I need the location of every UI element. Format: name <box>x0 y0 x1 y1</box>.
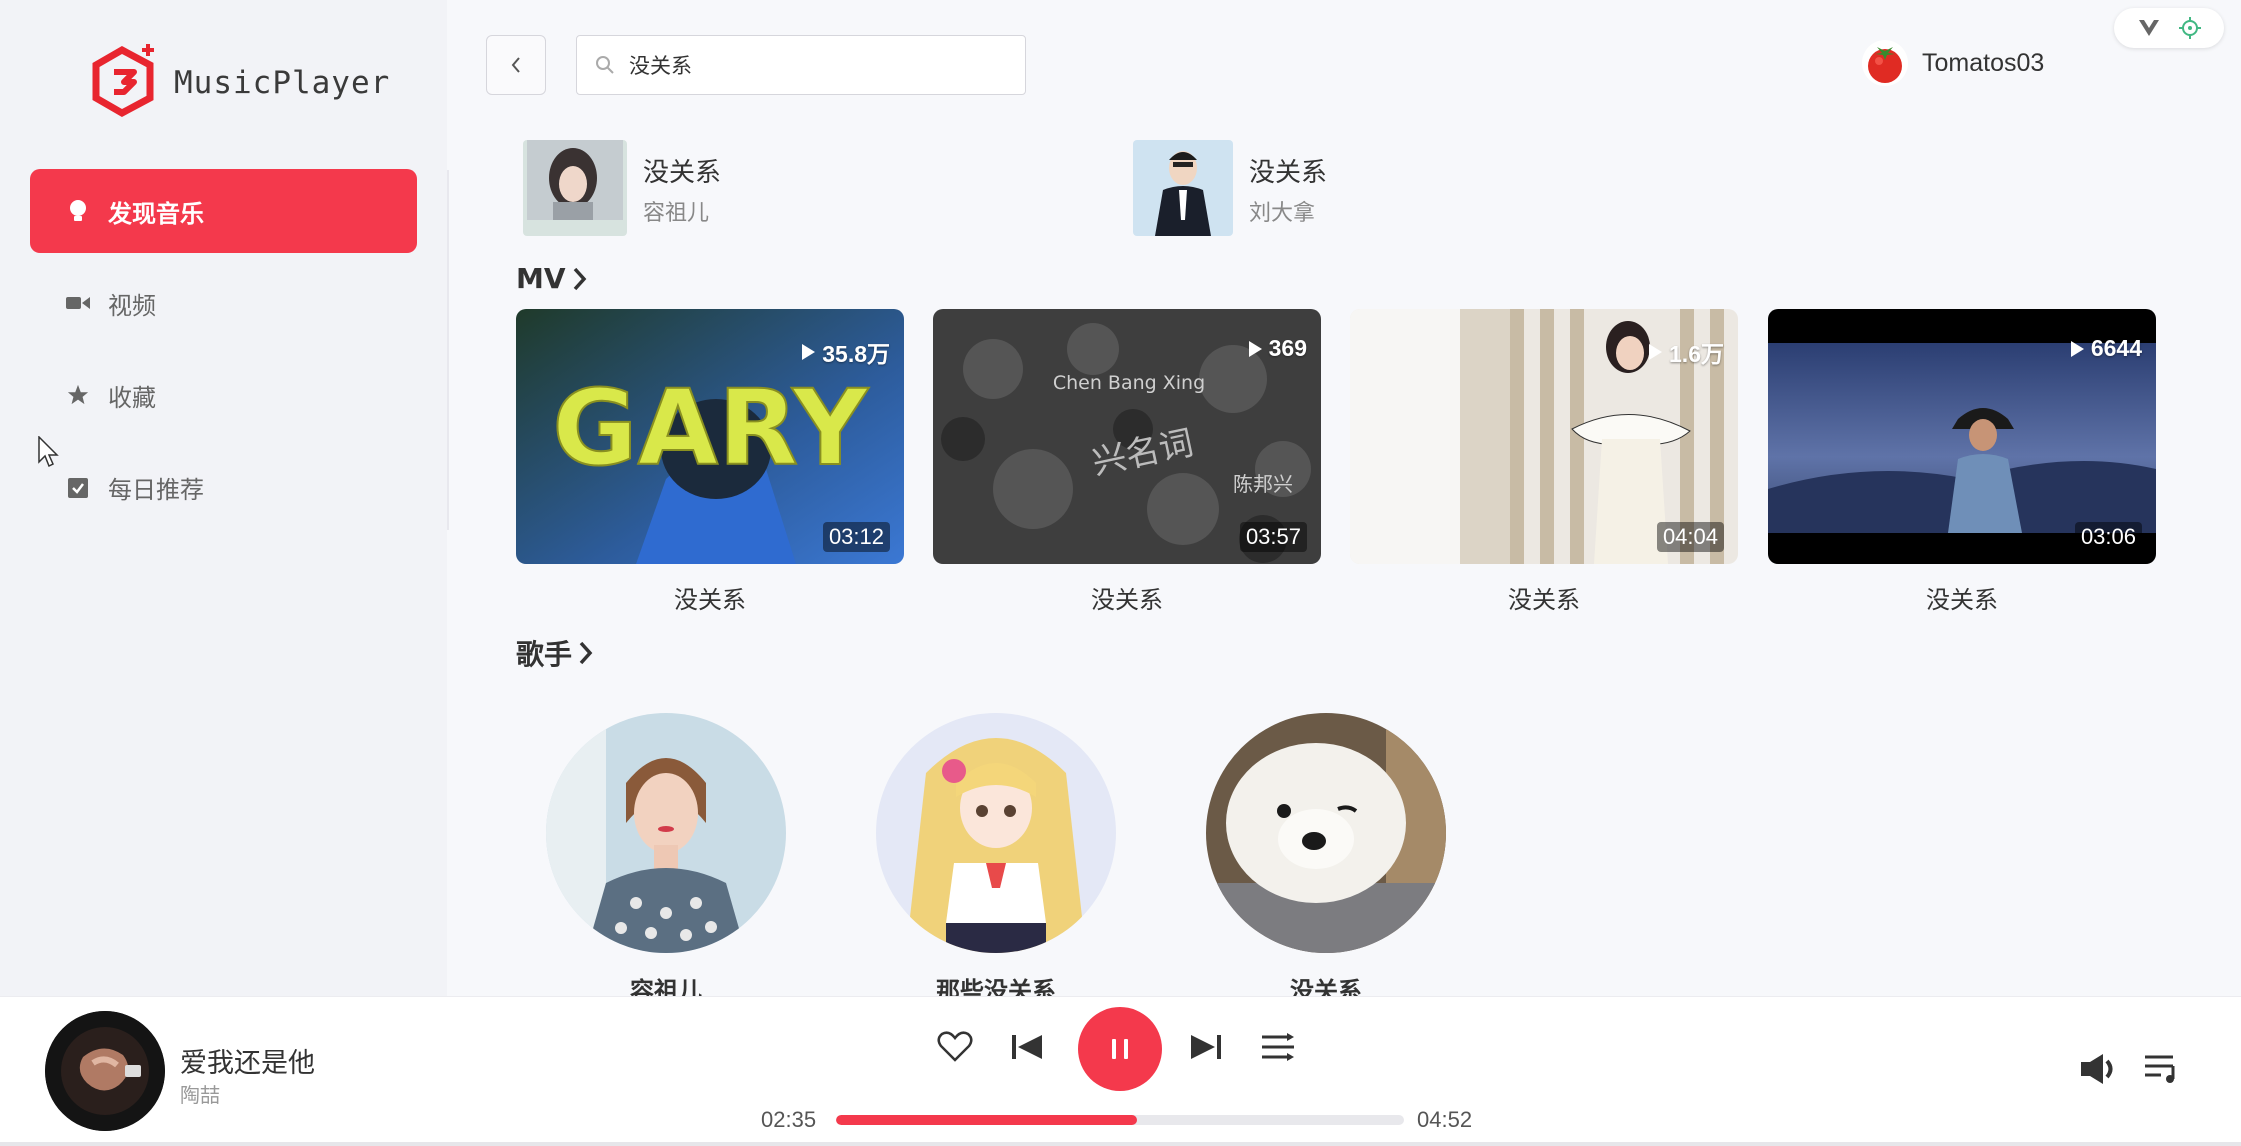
skip-forward-icon <box>1191 1035 1221 1059</box>
singer-name[interactable]: 没关系 <box>1206 971 1446 996</box>
mv-title[interactable]: 没关系 <box>1768 580 2156 615</box>
section-title-label: MV <box>516 262 566 295</box>
mv-duration: 04:04 <box>1656 522 1724 552</box>
video-camera-icon <box>66 291 90 315</box>
song-artist[interactable]: 容祖儿 <box>643 195 721 227</box>
sidebar-item-label: 发现音乐 <box>108 199 204 228</box>
mv-cover-subtext: 陈邦兴 <box>1233 472 1293 496</box>
now-playing-cover[interactable] <box>45 1011 165 1131</box>
mv-cover-subtext: Chen Bang Xing <box>1053 372 1205 394</box>
main-content: 没关系 容祖儿 没关系 刘大拿 MV GARY 35.8万 03:12 没关系 … <box>449 0 2241 996</box>
total-time: 04:52 <box>1417 1107 1473 1132</box>
mv-play-count: 6644 <box>2069 335 2142 362</box>
mouse-cursor-icon <box>38 435 60 472</box>
mv-title[interactable]: 没关系 <box>516 580 904 615</box>
app-name: MusicPlayer <box>174 65 391 101</box>
mv-duration: 03:57 <box>1239 522 1307 552</box>
chevron-right-icon <box>573 267 586 290</box>
logo-icon <box>92 38 160 122</box>
pause-icon <box>1112 1039 1128 1059</box>
sidebar-item-label: 每日推荐 <box>108 475 204 504</box>
sidebar-item-discover[interactable]: 发现音乐 <box>30 169 417 253</box>
singer-card[interactable]: 那些没关系 <box>876 713 1116 996</box>
play-icon <box>2070 340 2084 357</box>
mv-thumbnail[interactable]: GARY 35.8万 03:12 <box>516 309 904 564</box>
sidebar-item-label: 收藏 <box>108 383 156 412</box>
play-pause-button[interactable] <box>1078 1007 1162 1091</box>
sidebar-item-favorites[interactable]: 收藏 <box>30 353 417 437</box>
mv-cover-text: GARY <box>552 367 869 489</box>
song-cover <box>523 140 627 236</box>
previous-button[interactable] <box>1007 1027 1047 1067</box>
play-icon <box>1649 344 1663 360</box>
now-playing-artist[interactable]: 陶喆 <box>180 1079 220 1108</box>
play-order-button[interactable] <box>1258 1027 1298 1067</box>
song-item[interactable]: 没关系 刘大拿 <box>1133 140 1327 236</box>
play-icon <box>1248 340 1262 357</box>
mv-thumbnail[interactable]: Chen Bang Xing 兴名词 陈邦兴 369 03:57 <box>933 309 1321 564</box>
sidebar-item-label: 视频 <box>108 291 156 320</box>
song-title: 没关系 <box>643 158 722 188</box>
mv-card[interactable]: GARY 35.8万 03:12 没关系 <box>516 309 904 615</box>
progress-fill <box>836 1115 1138 1125</box>
sidebar: MusicPlayer 发现音乐 视频 收藏 每日推荐 <box>0 0 447 996</box>
song-artist[interactable]: 刘大拿 <box>1249 195 1327 227</box>
star-icon <box>66 383 90 407</box>
singer-avatar[interactable] <box>876 713 1116 953</box>
singer-card[interactable]: 没关系 <box>1206 713 1446 996</box>
song-item[interactable]: 没关系 容祖儿 <box>523 140 721 236</box>
volume-button[interactable] <box>2078 1049 2122 1089</box>
sidebar-item-daily[interactable]: 每日推荐 <box>30 445 417 529</box>
heart-icon <box>937 1031 973 1062</box>
chevron-right-icon <box>579 641 593 665</box>
mv-title[interactable]: 没关系 <box>1350 580 1738 615</box>
mv-play-count: 35.8万 <box>800 335 890 369</box>
speaker-icon <box>2081 1054 2113 1084</box>
mv-card[interactable]: 6644 03:06 没关系 <box>1768 309 2156 615</box>
singer-avatar[interactable] <box>1206 713 1446 953</box>
play-icon <box>802 344 816 360</box>
lightbulb-icon <box>66 199 90 223</box>
mv-play-count: 1.6万 <box>1647 335 1724 369</box>
mv-thumbnail[interactable]: 6644 03:06 <box>1768 309 2156 564</box>
mv-card[interactable]: Chen Bang Xing 兴名词 陈邦兴 369 03:57 没关系 <box>933 309 1321 615</box>
song-cover <box>1133 140 1233 236</box>
singers-section-title[interactable]: 歌手 <box>516 633 594 673</box>
calendar-check-icon <box>66 475 90 499</box>
window-bottom-edge <box>0 1142 2241 1146</box>
sidebar-item-video[interactable]: 视频 <box>30 261 417 345</box>
mv-title[interactable]: 没关系 <box>933 580 1321 615</box>
mv-thumbnail[interactable]: 1.6万 04:04 <box>1350 309 1738 564</box>
mv-duration: 03:12 <box>822 522 890 552</box>
like-button[interactable] <box>935 1027 975 1067</box>
song-title: 没关系 <box>1249 158 1328 188</box>
next-button[interactable] <box>1186 1027 1226 1067</box>
singer-name[interactable]: 那些没关系 <box>876 971 1116 996</box>
mv-duration: 03:06 <box>2074 522 2142 552</box>
now-playing-title: 爱我还是他 <box>180 1048 315 1079</box>
progress-bar[interactable] <box>836 1115 1404 1125</box>
mv-card[interactable]: 1.6万 04:04 没关系 <box>1350 309 1738 615</box>
playlist-button[interactable] <box>2142 1051 2182 1087</box>
playlist-icon <box>2145 1055 2175 1083</box>
app-logo[interactable]: MusicPlayer <box>92 38 390 122</box>
list-order-icon <box>1262 1033 1294 1061</box>
singer-name[interactable]: 容祖儿 <box>546 971 786 996</box>
sidebar-nav: 发现音乐 视频 收藏 每日推荐 <box>30 169 417 537</box>
singer-avatar[interactable] <box>546 713 786 953</box>
player-bar: 爱我还是他 陶喆 02:35 04:52 <box>0 996 2241 1146</box>
mv-play-count: 369 <box>1247 335 1307 362</box>
skip-back-icon <box>1012 1035 1042 1059</box>
mv-section-title[interactable]: MV <box>516 262 588 295</box>
section-title-label: 歌手 <box>516 638 573 671</box>
singer-card[interactable]: 容祖儿 <box>546 713 786 996</box>
current-time: 02:35 <box>761 1107 817 1132</box>
